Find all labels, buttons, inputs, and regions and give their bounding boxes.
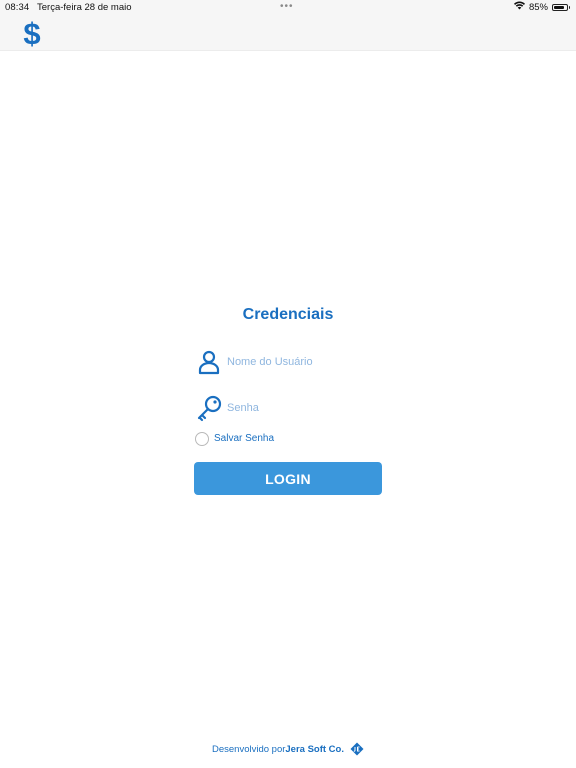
- save-password-toggle[interactable]: Salvar Senha: [195, 430, 274, 447]
- save-password-label: Salvar Senha: [214, 433, 275, 444]
- wifi-icon: [513, 1, 525, 13]
- footer-prefix: Desenvolvido por: [211, 743, 286, 755]
- jera-logo-icon: [350, 742, 364, 756]
- footer-company[interactable]: Jera Soft Co.: [285, 744, 344, 755]
- key-icon: [197, 395, 222, 422]
- dollar-sign-icon[interactable]: $: [19, 15, 45, 49]
- username-input[interactable]: [227, 352, 377, 372]
- username-field: [194, 347, 384, 377]
- password-field: [194, 393, 384, 423]
- battery-icon: [552, 3, 570, 11]
- svg-text:$: $: [23, 16, 40, 49]
- password-input[interactable]: [227, 398, 377, 418]
- form-title: Credenciais: [242, 306, 334, 323]
- login-button[interactable]: LOGIN: [194, 462, 382, 495]
- login-screen: 08:34 Terça-feira 28 de maio ••• 85% $ C…: [0, 0, 576, 768]
- nav-bar: $: [0, 14, 576, 51]
- status-time: 08:34: [5, 2, 30, 13]
- user-icon: [198, 350, 220, 375]
- battery-level: [554, 5, 565, 9]
- status-indicators: 85%: [513, 1, 570, 13]
- status-date: Terça-feira 28 de maio: [37, 2, 132, 13]
- status-bar: 08:34 Terça-feira 28 de maio ••• 85%: [0, 0, 576, 14]
- multitask-dots[interactable]: •••: [280, 1, 294, 12]
- battery-percent: 85%: [528, 1, 548, 13]
- footer: Desenvolvido por Jera Soft Co.: [0, 740, 576, 758]
- save-password-checkbox[interactable]: [195, 431, 209, 446]
